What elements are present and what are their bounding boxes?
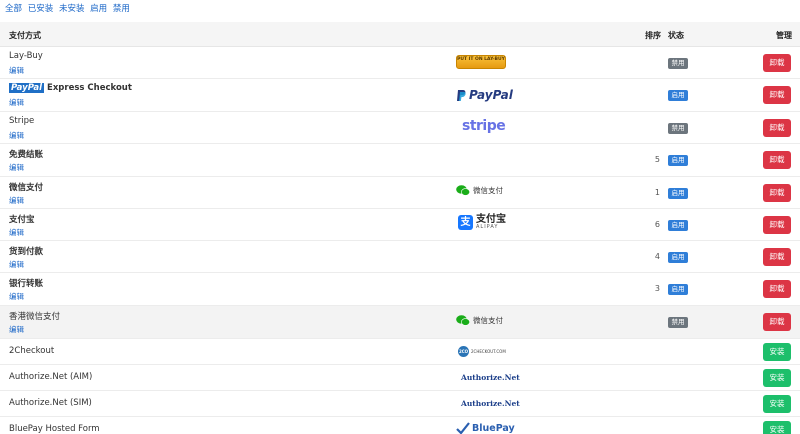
- uninstall-button[interactable]: 卸载: [763, 119, 791, 137]
- table-row: Authorize.Net (AIM) Authorize.Net 安装: [0, 365, 800, 391]
- uninstall-button[interactable]: 卸载: [763, 248, 791, 266]
- laybuy-logo: PUT IT ON LAY-BUY: [456, 55, 506, 69]
- 2checkout-text: 2CHECKOUT.COM: [471, 349, 506, 354]
- wechat-icon: [456, 185, 470, 196]
- filter-all[interactable]: 全部: [5, 4, 22, 14]
- method-name: 银行转账: [9, 279, 44, 289]
- status-badge: 禁用: [668, 317, 688, 328]
- header-method: 支付方式: [9, 31, 41, 40]
- paypal-wordmark: PayPal: [469, 88, 513, 102]
- uninstall-button[interactable]: 卸载: [763, 54, 791, 72]
- filter-bar: 全部 已安装 未安装 启用 禁用: [5, 2, 133, 14]
- table-row: 香港微信支付 编辑 微信支付 禁用 卸载: [0, 306, 800, 339]
- header-manage: 管理: [776, 31, 792, 40]
- method-name: 货到付款: [9, 247, 44, 257]
- header-order: 排序: [645, 31, 661, 40]
- table-row: Authorize.Net (SIM) Authorize.Net 安装: [0, 391, 800, 417]
- edit-link[interactable]: 编辑: [9, 97, 24, 108]
- table-row: 2Checkout 2CO 2CHECKOUT.COM 安装: [0, 339, 800, 365]
- uninstall-button[interactable]: 卸载: [763, 86, 791, 104]
- uninstall-button[interactable]: 卸载: [763, 151, 791, 169]
- status-badge: 启用: [668, 188, 688, 199]
- alipay-sub: ALIPAY: [476, 224, 499, 230]
- sort-order: 1: [654, 188, 660, 197]
- table-row: 银行转账 编辑 3 启用 卸载: [0, 273, 800, 306]
- header-status: 状态: [668, 31, 684, 40]
- filter-uninstalled[interactable]: 未安装: [59, 4, 85, 14]
- 2checkout-icon: 2CO: [458, 346, 469, 357]
- wechat-icon: [456, 315, 470, 326]
- edit-link[interactable]: 编辑: [9, 162, 24, 173]
- status-badge: 启用: [668, 220, 688, 231]
- status-badge: 启用: [668, 252, 688, 263]
- filter-disabled[interactable]: 禁用: [113, 4, 130, 14]
- uninstall-button[interactable]: 卸载: [763, 313, 791, 331]
- install-button[interactable]: 安装: [763, 343, 791, 361]
- table-row: BluePay Hosted Form BluePay 安装: [0, 417, 800, 434]
- stripe-logo: stripe: [462, 118, 506, 134]
- table-row: PayPal Express Checkout 编辑 PayPal 启用 卸载: [0, 79, 800, 112]
- method-name: BluePay Hosted Form: [9, 424, 100, 434]
- method-name: 支付宝: [9, 215, 35, 225]
- wechat-pay-logo: 微信支付: [456, 315, 503, 326]
- authorize-net-logo: Authorize.Net: [461, 373, 520, 382]
- status-badge: 启用: [668, 90, 688, 101]
- method-name: 微信支付: [9, 183, 44, 193]
- paypal-icon: [457, 89, 466, 101]
- method-name: Authorize.Net (SIM): [9, 398, 92, 408]
- 2checkout-logo: 2CO 2CHECKOUT.COM: [458, 346, 506, 357]
- table-header: 支付方式 排序 状态 管理: [0, 22, 800, 47]
- edit-link[interactable]: 编辑: [9, 291, 24, 302]
- uninstall-button[interactable]: 卸载: [763, 184, 791, 202]
- method-name: Stripe: [9, 116, 35, 126]
- bluepay-text: BluePay: [472, 422, 515, 434]
- method-name: 香港微信支付: [9, 312, 61, 322]
- method-name: PayPal Express Checkout: [9, 83, 132, 93]
- method-name: Authorize.Net (AIM): [9, 372, 93, 382]
- edit-link[interactable]: 编辑: [9, 259, 24, 270]
- table-row: Stripe 编辑 stripe 禁用 卸载: [0, 112, 800, 144]
- wechat-pay-text: 微信支付: [473, 186, 503, 195]
- method-name: 免费结账: [9, 150, 44, 160]
- wechat-pay-text: 微信支付: [473, 316, 503, 325]
- wechat-pay-logo: 微信支付: [456, 185, 503, 196]
- paypal-tag: PayPal: [9, 83, 45, 93]
- payment-methods-table: 支付方式 排序 状态 管理 Lay-Buy 编辑 PUT IT ON LAY-B…: [0, 22, 800, 434]
- authorize-net-logo: Authorize.Net: [461, 399, 520, 408]
- sort-order: 5: [654, 155, 660, 164]
- table-row: 支付宝 编辑 支 支付宝 ALIPAY 6 启用 卸载: [0, 209, 800, 241]
- install-button[interactable]: 安装: [763, 421, 791, 434]
- paypal-logo: PayPal: [456, 88, 513, 102]
- edit-link[interactable]: 编辑: [9, 195, 24, 206]
- install-button[interactable]: 安装: [763, 395, 791, 413]
- status-badge: 启用: [668, 284, 688, 295]
- sort-order: 6: [654, 220, 660, 229]
- filter-enabled[interactable]: 启用: [90, 4, 107, 14]
- laybuy-logo-text: PUT IT ON LAY-BUY: [456, 55, 506, 69]
- edit-link[interactable]: 编辑: [9, 65, 24, 76]
- alipay-icon: 支: [458, 215, 473, 230]
- uninstall-button[interactable]: 卸载: [763, 280, 791, 298]
- table-row: 微信支付 编辑 微信支付 1 启用 卸载: [0, 177, 800, 209]
- status-badge: 启用: [668, 155, 688, 166]
- status-badge: 禁用: [668, 123, 688, 134]
- uninstall-button[interactable]: 卸载: [763, 216, 791, 234]
- table-row: 货到付款 编辑 4 启用 卸载: [0, 241, 800, 273]
- install-button[interactable]: 安装: [763, 369, 791, 387]
- method-name: Lay-Buy: [9, 51, 43, 61]
- sort-order: 4: [654, 252, 660, 261]
- table-row: Lay-Buy 编辑 PUT IT ON LAY-BUY 禁用 卸载: [0, 47, 800, 79]
- edit-link[interactable]: 编辑: [9, 227, 24, 238]
- method-name: 2Checkout: [9, 346, 55, 356]
- alipay-logo: 支 支付宝 ALIPAY: [458, 215, 506, 230]
- edit-link[interactable]: 编辑: [9, 130, 24, 141]
- status-badge: 禁用: [668, 58, 688, 69]
- table-row: 免费结账 编辑 5 启用 卸载: [0, 144, 800, 177]
- edit-link[interactable]: 编辑: [9, 324, 24, 335]
- sort-order: 3: [654, 284, 660, 293]
- bluepay-icon: [456, 422, 470, 434]
- filter-installed[interactable]: 已安装: [28, 4, 54, 14]
- bluepay-logo: BluePay: [456, 422, 515, 434]
